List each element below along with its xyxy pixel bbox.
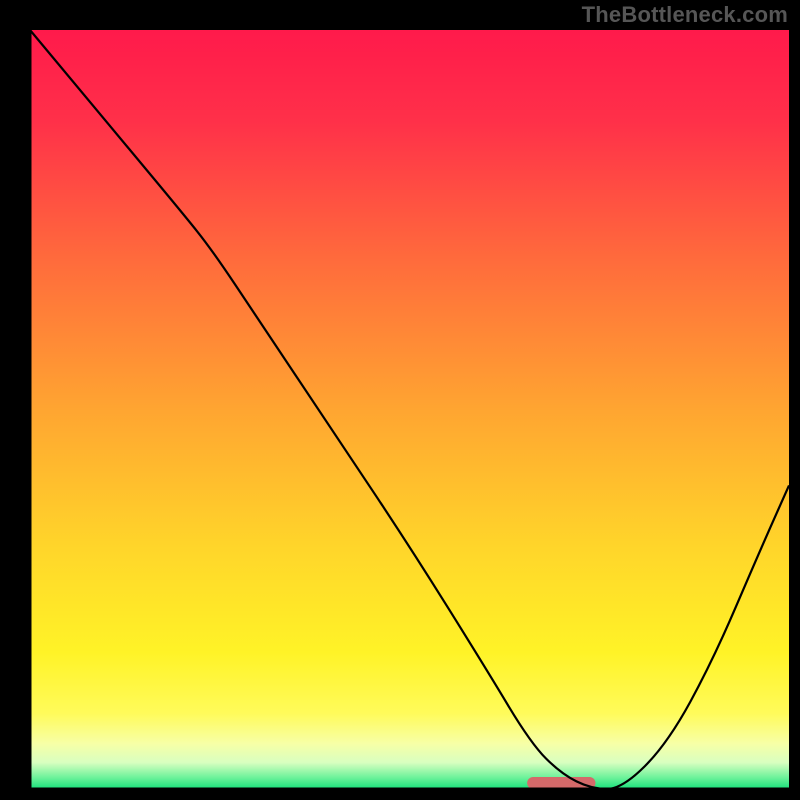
- plot-background: [30, 30, 789, 789]
- watermark-text: TheBottleneck.com: [582, 2, 788, 28]
- bottleneck-chart: [0, 0, 800, 800]
- optimal-range-marker: [527, 777, 595, 789]
- chart-stage: TheBottleneck.com: [0, 0, 800, 800]
